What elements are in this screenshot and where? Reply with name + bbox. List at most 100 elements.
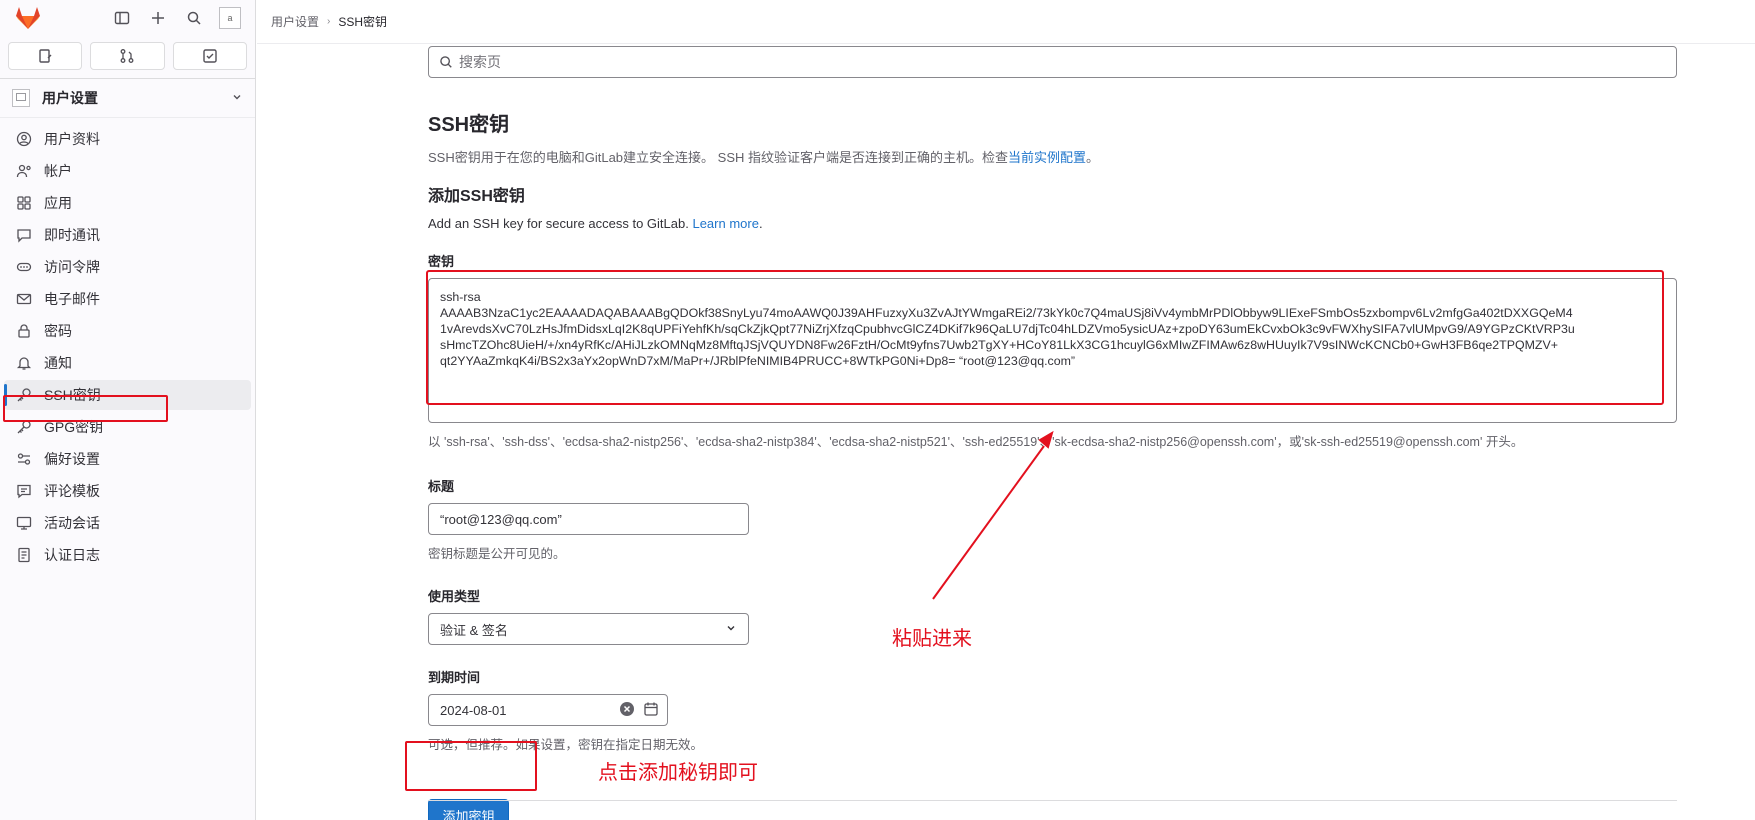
chevron-right-icon: ›	[327, 16, 331, 27]
sidebar-toggle-icon[interactable]	[111, 7, 133, 29]
key-line: AAAAB3NzaC1yc2EAAAADAQABAAABgQDOkf38SnyL…	[440, 306, 1573, 320]
search-icon[interactable]	[183, 7, 205, 29]
sidebar-item[interactable]: SSH密钥	[4, 380, 251, 410]
issues-tab-icon[interactable]	[8, 42, 83, 70]
account-icon	[16, 163, 32, 179]
annotation-paste: 粘贴进来	[892, 626, 972, 650]
sidebar: a 用户设置 用户资料帐户应用即时通讯访问令牌电子邮件密码通知 SSH密钥 GPG密…	[0, 0, 256, 820]
breadcrumb-parent[interactable]: 用户设置	[271, 13, 319, 30]
breadcrumb: 用户设置 › SSH密钥	[257, 0, 1755, 44]
todos-tab-icon[interactable]	[172, 42, 247, 70]
key-help-text: 以 'ssh-rsa'、'ssh-dss'、'ecdsa-sha2-nistp2…	[428, 435, 1524, 449]
page-title: SSH密钥	[428, 114, 510, 136]
context-image-icon	[12, 89, 30, 107]
add-key-subtitle: Add an SSH key for secure access to GitL…	[428, 216, 1677, 231]
preferences-icon	[16, 451, 32, 467]
sidebar-item-label: 评论模板	[44, 483, 100, 499]
sidebar-item[interactable]: 活动会话	[4, 508, 251, 538]
sidebar-item-label: 偏好设置	[44, 451, 100, 467]
sidebar-item[interactable]: 偏好设置	[4, 444, 251, 474]
title-value: “root@123@qq.com”	[440, 511, 562, 527]
chevron-down-icon	[231, 90, 243, 106]
key-line: qt2YYAaZmkqK4i/BS2x3aYx2opWnD7xM/MaPr+/J…	[440, 354, 1076, 368]
add-key-title: 添加SSH密钥	[428, 188, 525, 205]
comment-template-icon	[16, 483, 32, 499]
sidebar-item[interactable]: 应用	[4, 188, 251, 218]
title-help-text: 密钥标题是公开可见的。	[428, 547, 566, 561]
sidebar-item-label: 认证日志	[44, 547, 100, 563]
merge-requests-tab-icon[interactable]	[90, 42, 165, 70]
key-icon	[16, 419, 32, 435]
sidebar-item[interactable]: 即时通讯	[4, 220, 251, 250]
learn-more-link[interactable]: Learn more	[692, 216, 758, 231]
chat-icon	[16, 227, 32, 243]
avatar[interactable]: a	[219, 7, 241, 29]
key-icon	[16, 387, 32, 403]
expiry-date-input[interactable]: 2024-08-01	[428, 694, 668, 726]
sidebar-item-label: 应用	[44, 195, 72, 211]
clear-icon[interactable]	[619, 701, 635, 720]
sidebar-item-label: GPG密钥	[44, 419, 104, 435]
sidebar-nav: 用户资料帐户应用即时通讯访问令牌电子邮件密码通知 SSH密钥 GPG密钥偏好设置评论…	[0, 118, 255, 570]
usage-type-value: 验证 & 签名	[440, 622, 508, 638]
sidebar-item-label: 活动会话	[44, 515, 100, 531]
sidebar-item[interactable]: 评论模板	[4, 476, 251, 506]
expiry-help-text: 可选，但推荐。如果设置，密钥在指定日期无效。	[428, 738, 704, 752]
add-key-button[interactable]: 添加密钥	[428, 799, 509, 820]
sidebar-item-label: 访问令牌	[44, 259, 100, 275]
search-input[interactable]: 搜索页	[428, 46, 1677, 78]
key-textarea[interactable]: ssh-rsa AAAAB3NzaC1yc2EAAAADAQABAAABgQDOk…	[428, 278, 1677, 423]
annotation-click: 点击添加秘钥即可	[598, 760, 758, 784]
instance-config-link[interactable]: 当前实例配置	[1008, 150, 1086, 165]
usage-type-label: 使用类型	[428, 589, 481, 604]
log-icon	[16, 547, 32, 563]
page-description: SSH密钥用于在您的电脑和GitLab建立安全连接。 SSH 指纹验证客户端是否…	[428, 147, 1677, 166]
sidebar-item-label: 电子邮件	[44, 291, 100, 307]
sidebar-top-bar: a	[0, 0, 255, 36]
profile-icon	[16, 131, 32, 147]
divider	[428, 800, 1677, 801]
sidebar-item-label: 通知	[44, 355, 72, 371]
bell-icon	[16, 355, 32, 371]
key-line: ssh-rsa	[440, 290, 481, 304]
sidebar-item[interactable]: 访问令牌	[4, 252, 251, 282]
key-line: sHmcTZOhc8UieH/+/xn4yRfKc/AHiJLzkOMNqMz8…	[440, 338, 1558, 352]
breadcrumb-current: SSH密钥	[338, 15, 388, 29]
search-placeholder: 搜索页	[459, 54, 501, 70]
sidebar-item-label: 即时通讯	[44, 227, 100, 243]
expiry-value: 2024-08-01	[440, 702, 507, 718]
mail-icon	[16, 291, 32, 307]
applications-icon	[16, 195, 32, 211]
sidebar-item-label: 密码	[44, 323, 72, 339]
sidebar-item[interactable]: 电子邮件	[4, 284, 251, 314]
search-icon	[439, 55, 453, 69]
lock-icon	[16, 323, 32, 339]
gitlab-logo-icon[interactable]	[12, 4, 44, 32]
key-label: 密钥	[428, 254, 455, 269]
context-switcher[interactable]: 用户设置	[0, 78, 255, 118]
sidebar-item-label: SSH密钥	[44, 387, 101, 403]
sidebar-item-label: 帐户	[44, 163, 72, 179]
sidebar-item-label: 用户资料	[44, 131, 100, 147]
sidebar-item[interactable]: 帐户	[4, 156, 251, 186]
description-text: SSH密钥用于在您的电脑和GitLab建立安全连接。 SSH 指纹验证客户端是否…	[428, 150, 1008, 165]
sidebar-item[interactable]: 通知	[4, 348, 251, 378]
calendar-icon[interactable]	[643, 701, 659, 720]
sidebar-item[interactable]: 用户资料	[4, 124, 251, 154]
plus-icon[interactable]	[147, 7, 169, 29]
main-content: 搜索页 SSH密钥 SSH密钥用于在您的电脑和GitLab建立安全连接。 SSH…	[428, 44, 1677, 820]
title-input[interactable]: “root@123@qq.com”	[428, 503, 749, 535]
expiry-label: 到期时间	[428, 670, 481, 685]
sessions-icon	[16, 515, 32, 531]
key-line: 1vArevdsXvC70LzHsJfmDidsxLqI2K8qUPFiYehf…	[440, 322, 1575, 336]
chevron-down-icon	[725, 622, 737, 637]
sidebar-item[interactable]: 认证日志	[4, 540, 251, 570]
description-end: 。	[1086, 150, 1100, 165]
add-key-subtitle-text: Add an SSH key for secure access to GitL…	[428, 216, 693, 231]
learn-more-end: .	[758, 216, 763, 231]
token-icon	[16, 259, 32, 275]
sidebar-item[interactable]: GPG密钥	[4, 412, 251, 442]
usage-type-select[interactable]: 验证 & 签名	[428, 613, 749, 645]
sidebar-item[interactable]: 密码	[4, 316, 251, 346]
title-label: 标题	[428, 479, 455, 494]
